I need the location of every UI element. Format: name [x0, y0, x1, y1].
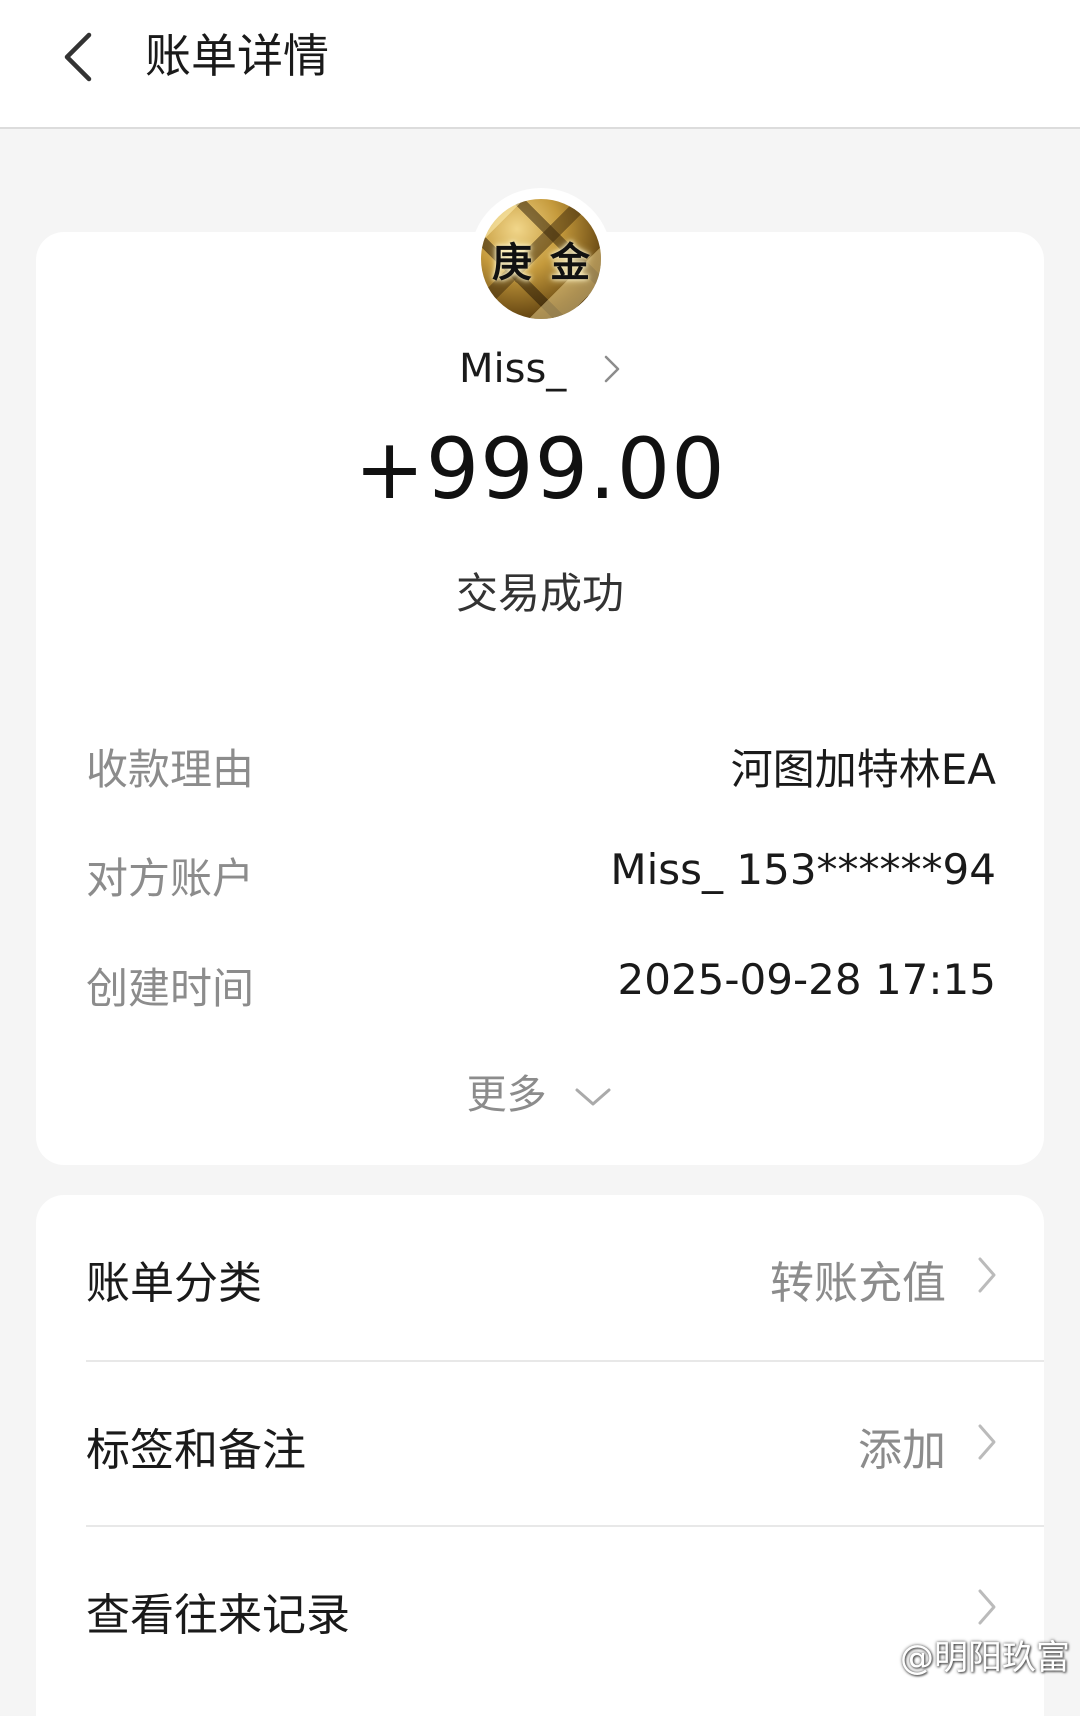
option-label: 账单分类: [86, 1258, 262, 1309]
chevron-right-icon: [978, 1424, 996, 1460]
detail-value: Miss_ 153******94: [610, 845, 996, 894]
option-value: 转账充值: [770, 1258, 946, 1309]
chevron-down-icon: [575, 1088, 611, 1106]
detail-row-reason: 收款理由 河图加特林EA: [86, 736, 996, 796]
bill-category-row[interactable]: 账单分类 转账充值: [86, 1195, 1044, 1359]
chevron-left-icon: [64, 32, 92, 82]
watermark-text: @明阳玖富: [900, 1638, 1070, 1678]
detail-row-created-time: 创建时间 2025-09-28 17:15: [86, 955, 996, 1015]
top-bar: 账单详情: [0, 0, 1080, 129]
payer-name: Miss_: [458, 346, 567, 392]
chevron-right-icon: [978, 1589, 996, 1625]
payer-avatar[interactable]: 庚 金: [470, 188, 612, 330]
detail-row-account: 对方账户 Miss_ 153******94: [86, 845, 996, 905]
detail-label: 创建时间: [86, 964, 255, 1013]
chevron-right-icon: [603, 348, 621, 394]
detail-value: 2025-09-28 17:15: [617, 955, 996, 1004]
transaction-amount: +999.00: [354, 420, 726, 518]
option-label: 标签和备注: [86, 1425, 306, 1476]
payer-name-link[interactable]: Miss_: [0, 346, 1080, 394]
more-button[interactable]: 更多: [0, 1062, 1080, 1120]
avatar-char: 金: [550, 239, 590, 286]
chevron-right-icon: [978, 1257, 996, 1293]
detail-label: 对方账户: [86, 854, 255, 903]
weibo-logo-icon: [859, 1641, 895, 1669]
option-label: 查看往来记录: [86, 1590, 350, 1641]
option-value: 添加: [858, 1425, 946, 1476]
detail-label: 收款理由: [86, 745, 255, 794]
tags-notes-row[interactable]: 标签和备注 添加: [86, 1362, 1044, 1526]
back-button[interactable]: [44, 22, 114, 92]
watermark: @明阳玖富: [858, 1630, 1070, 1679]
transaction-status: 交易成功: [455, 569, 624, 618]
more-label: 更多: [466, 1072, 547, 1118]
page-title: 账单详情: [145, 29, 329, 83]
detail-value: 河图加特林EA: [730, 745, 996, 794]
avatar-image: 庚 金: [481, 199, 601, 319]
avatar-char: 庚: [492, 239, 532, 286]
